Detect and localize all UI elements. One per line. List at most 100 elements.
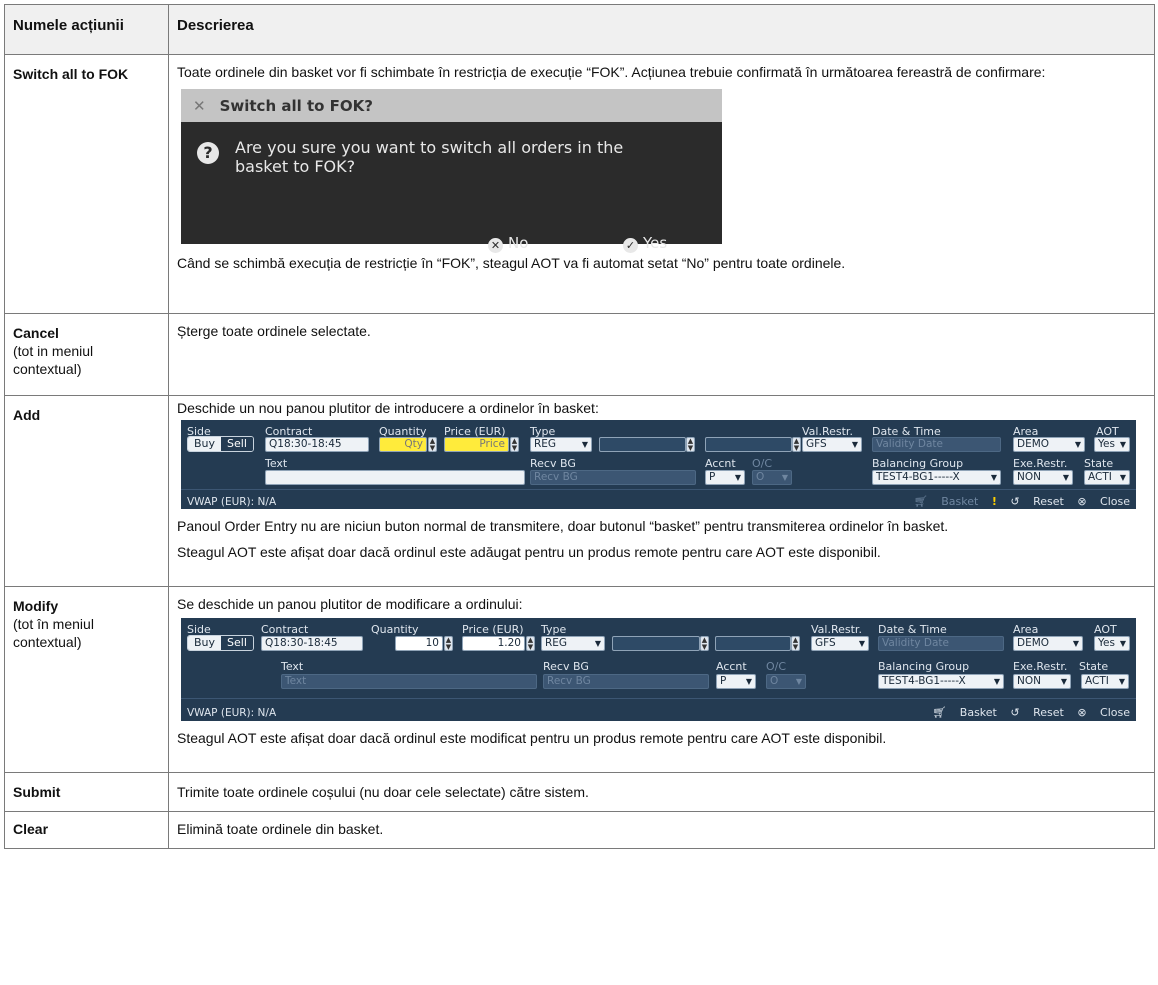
action-name-clear: Clear <box>13 821 49 837</box>
modify-order-panel: Side Buy Sell Contract Q18:30-18:45 Quan… <box>181 618 1136 721</box>
quantity-input[interactable]: Qty <box>379 437 427 452</box>
quantity-spinner-icon[interactable]: ▲ ▼ <box>444 636 453 651</box>
accnt-select[interactable]: P ▼ <box>716 674 756 689</box>
reset-button[interactable]: ↺ Reset <box>1010 706 1063 719</box>
reset-label: Reset <box>1033 706 1064 719</box>
exerestr-value: NON <box>1017 675 1041 687</box>
area-select[interactable]: DEMO ▼ <box>1013 437 1085 452</box>
close-button[interactable]: ⊗ Close <box>1077 706 1130 719</box>
state-select[interactable]: ACTI ▼ <box>1084 470 1130 485</box>
header-row: Numele acțiunii Descrierea <box>4 4 1155 55</box>
basket-button[interactable]: 🛒︎ Basket <box>914 495 979 508</box>
text-input[interactable]: Text <box>281 674 537 689</box>
basket-label: Basket <box>941 495 979 508</box>
action-name-switch: Switch all to FOK <box>13 66 129 82</box>
display-qty-spinner-icon[interactable]: ▲ ▼ <box>791 636 800 651</box>
close-icon[interactable]: ✕ <box>193 97 206 115</box>
type-value: REG <box>545 637 568 649</box>
chevron-down-icon: ▼ <box>990 473 997 482</box>
balgroup-select[interactable]: TEST4-BG1-----X ▼ <box>878 674 1004 689</box>
contract-field[interactable]: Q18:30-18:45 <box>265 437 369 452</box>
buy-option[interactable]: Buy <box>188 636 222 650</box>
area-value: DEMO <box>1017 438 1050 450</box>
row-cancel: Cancel (tot in meniul contextual) Șterge… <box>4 313 1155 396</box>
price-spinner-icon[interactable]: ▲ ▼ <box>510 437 519 452</box>
balgroup-value: TEST4-BG1-----X <box>882 675 966 687</box>
reset-button[interactable]: ↺ Reset <box>1010 495 1063 508</box>
chevron-down-icon: ▼ <box>734 473 741 482</box>
accnt-select[interactable]: P ▼ <box>705 470 745 485</box>
type-select[interactable]: REG ▼ <box>530 437 592 452</box>
exerestr-select[interactable]: NON ▼ <box>1013 674 1071 689</box>
balgroup-value: TEST4-BG1-----X <box>876 471 960 483</box>
area-select[interactable]: DEMO ▼ <box>1013 636 1083 651</box>
vwap-value: N/A <box>257 496 277 508</box>
side-toggle[interactable]: Buy Sell <box>187 436 254 452</box>
quantity-spinner-icon[interactable]: ▲ ▼ <box>428 437 437 452</box>
peak-field[interactable] <box>612 636 700 651</box>
yes-button[interactable]: ✓ Yes <box>623 234 667 253</box>
vwap-readout: VWAP (EUR): N/A <box>187 493 276 511</box>
oc-select[interactable]: O ▼ <box>752 470 792 485</box>
display-qty-spinner-icon[interactable]: ▲ ▼ <box>792 437 801 452</box>
quantity-input[interactable]: 10 <box>395 636 443 651</box>
contract-field[interactable]: Q18:30-18:45 <box>261 636 363 651</box>
chevron-down-icon: ▼ <box>781 473 788 482</box>
display-qty-field[interactable] <box>715 636 791 651</box>
exerestr-select[interactable]: NON ▼ <box>1013 470 1073 485</box>
peak-field[interactable] <box>599 437 686 452</box>
valrestr-select[interactable]: GFS ▼ <box>811 636 869 651</box>
cancel-description: Șterge toate ordinele selectate. <box>177 323 371 339</box>
close-button[interactable]: ⊗ Close <box>1077 495 1130 508</box>
oc-value: O <box>770 675 779 687</box>
check-circle-icon: ✓ <box>623 238 638 253</box>
peak-spinner-icon[interactable]: ▲ ▼ <box>686 437 695 452</box>
warning-icon: ! <box>991 495 997 508</box>
price-input[interactable]: Price <box>444 437 509 452</box>
aot-value: Yes <box>1098 438 1115 450</box>
chevron-down-icon: ▼ <box>993 677 1000 686</box>
chevron-down-icon: ▼ <box>1074 440 1081 449</box>
row-switch-fok: Switch all to FOK Toate ordinele din bas… <box>4 54 1155 314</box>
basket-button[interactable]: 🛒︎ Basket <box>932 706 997 719</box>
recvbg-input[interactable]: Recv BG <box>530 470 696 485</box>
oc-select[interactable]: O ▼ <box>766 674 806 689</box>
chevron-down-icon: ▼ <box>858 639 865 648</box>
side-toggle[interactable]: Buy Sell <box>187 635 254 651</box>
type-select[interactable]: REG ▼ <box>541 636 605 651</box>
validity-date-input[interactable]: Validity Date <box>878 636 1004 651</box>
vwap-label: VWAP (EUR): <box>187 496 255 508</box>
panel-actions: 🛒︎ Basket ↺ Reset ⊗ Close <box>922 704 1130 722</box>
dialog-title: Switch all to FOK? <box>219 96 373 115</box>
vwap-label: VWAP (EUR): <box>187 707 255 719</box>
aot-select[interactable]: Yes ▼ <box>1094 636 1130 651</box>
peak-spinner-icon[interactable]: ▲ ▼ <box>700 636 709 651</box>
vwap-value: N/A <box>257 707 277 719</box>
panel-divider <box>181 489 1136 490</box>
state-value: ACTI <box>1088 471 1112 483</box>
x-circle-icon: ✕ <box>488 238 503 253</box>
row-add: Add Deschide un nou panou plutitor de in… <box>4 395 1155 587</box>
balgroup-select[interactable]: TEST4-BG1-----X ▼ <box>872 470 1001 485</box>
reset-label: Reset <box>1033 495 1064 508</box>
chevron-down-icon: ▼ <box>581 440 588 449</box>
state-select[interactable]: ACTI ▼ <box>1081 674 1129 689</box>
chevron-down-icon: ▼ <box>1060 677 1067 686</box>
no-button[interactable]: ✕ No <box>488 234 528 253</box>
recvbg-input[interactable]: Recv BG <box>543 674 709 689</box>
validity-date-input[interactable]: Validity Date <box>872 437 1001 452</box>
sell-option[interactable]: Sell <box>221 437 253 451</box>
state-value: ACTI <box>1085 675 1109 687</box>
panel-actions: 🛒︎ Basket ! ↺ Reset ⊗ Close <box>904 493 1130 511</box>
chevron-down-icon: ▼ <box>1118 677 1125 686</box>
display-qty-field[interactable] <box>705 437 792 452</box>
sell-option[interactable]: Sell <box>221 636 253 650</box>
buy-option[interactable]: Buy <box>188 437 222 451</box>
valrestr-select[interactable]: GFS ▼ <box>802 437 862 452</box>
valrestr-value: GFS <box>806 438 827 450</box>
aot-select[interactable]: Yes ▼ <box>1094 437 1130 452</box>
price-input[interactable]: 1.20 <box>462 636 525 651</box>
text-input[interactable] <box>265 470 525 485</box>
price-spinner-icon[interactable]: ▲ ▼ <box>526 636 535 651</box>
clear-description: Elimină toate ordinele din basket. <box>177 821 384 837</box>
